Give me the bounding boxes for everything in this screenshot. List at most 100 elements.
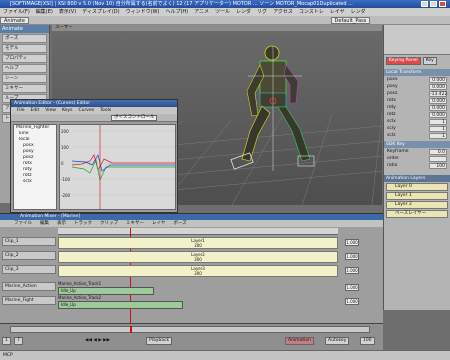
row-value-field[interactable]: 0.000 xyxy=(429,83,447,90)
timeline-slider[interactable] xyxy=(10,326,370,333)
menu-item[interactable]: ファイル(F) xyxy=(0,9,33,15)
row-value-field[interactable]: -13.422 xyxy=(429,90,447,97)
menu-item[interactable]: レイヤ xyxy=(327,9,348,15)
track-label[interactable]: Clip_2 xyxy=(2,251,56,260)
menu-item[interactable]: 表示(V) xyxy=(56,9,79,15)
animation-editor-toolbar: ボイスコントロール xyxy=(11,114,177,122)
mixer-menu-item[interactable]: ポーズ xyxy=(169,221,190,226)
left-panel-item[interactable]: ミキサー xyxy=(2,84,47,93)
left-panel-item[interactable]: ポーズ xyxy=(2,34,47,43)
action-clip[interactable]: Idle_Up xyxy=(58,287,154,295)
clip[interactable]: Layer3 300 xyxy=(58,265,338,277)
pass-selector[interactable]: Default_Pass xyxy=(330,17,371,24)
graph-menu-item[interactable]: Curves xyxy=(75,108,97,113)
menu-item[interactable]: アクセス xyxy=(270,9,296,15)
graph-menu-item[interactable]: Keys xyxy=(59,108,76,113)
menu-item[interactable]: リグ xyxy=(254,9,270,15)
row-label: rotx xyxy=(387,98,396,103)
curve-tree[interactable]: Marine_Fighter kine local posx posy posz rotx r… xyxy=(13,124,57,210)
menu-item[interactable]: コンストレ xyxy=(296,9,327,15)
menubar: ファイル(F) 編集(E) 表示(V) ディスプレイ(D) ウィンドウ(W) ヘルプ(H)… xyxy=(0,8,450,16)
menu-item[interactable]: ウィンドウ(W) xyxy=(123,9,163,15)
maximize-button[interactable] xyxy=(430,1,437,7)
graph-menu-item[interactable]: Edit xyxy=(28,108,43,113)
clip[interactable]: Layer2 300 xyxy=(58,251,338,263)
track-label[interactable]: Clip_3 xyxy=(2,265,56,274)
mixer-menu-item[interactable]: 編集 xyxy=(36,221,53,226)
menu-item[interactable]: アニメ xyxy=(191,9,212,15)
menu-item[interactable]: ツール xyxy=(212,9,233,15)
clip[interactable]: Layer1 300 xyxy=(58,237,338,249)
left-panel-header[interactable]: Animate xyxy=(0,25,49,33)
row-value-field[interactable]: 1 xyxy=(429,125,447,132)
menu-item[interactable]: ディスプレイ(D) xyxy=(79,9,122,15)
row-label: posz xyxy=(387,91,398,96)
graph-menu-item[interactable]: View xyxy=(42,108,59,113)
main-toolbar: Animate Default_Pass xyxy=(0,16,450,25)
row-value-field[interactable]: 1 xyxy=(429,118,447,125)
left-panel-item[interactable]: モデル xyxy=(2,44,47,53)
mixer-menu-item[interactable]: ファイル xyxy=(10,221,36,226)
menu-item[interactable]: ヘルプ(H) xyxy=(162,9,191,15)
left-panel-item[interactable]: プロパティ xyxy=(2,54,47,63)
track-weight-field[interactable]: 1.000 xyxy=(345,284,359,291)
graph-menu-item[interactable]: Tools xyxy=(97,108,114,113)
mixer-menu-item[interactable]: 表示 xyxy=(53,221,70,226)
layer-item[interactable]: Layer 2 xyxy=(386,201,448,209)
menu-item[interactable]: 編集(E) xyxy=(33,9,56,15)
track-label[interactable]: Clip_1 xyxy=(2,237,56,246)
row-value-field[interactable]: 0.000 xyxy=(429,97,447,104)
left-panel-item[interactable]: ヘルプ xyxy=(2,64,47,73)
keying-panel-tab[interactable]: Keying Panel xyxy=(386,57,421,65)
track-weight-field[interactable]: 1.000 xyxy=(345,239,359,246)
current-frame-field[interactable]: 7 xyxy=(14,337,23,345)
track-weight-field[interactable]: 1.000 xyxy=(345,298,359,305)
y-tick-label: 0 xyxy=(61,161,64,166)
track-weight-field[interactable]: 1.000 xyxy=(345,253,359,260)
end-frame-field[interactable]: 100 xyxy=(360,337,375,345)
track-weight-field[interactable]: 1.000 xyxy=(345,267,359,274)
row-value-field[interactable] xyxy=(429,155,447,162)
row-label: posy xyxy=(387,84,398,89)
animation-button[interactable]: Animation xyxy=(285,337,314,345)
transform-row: ratio 100 xyxy=(384,162,450,169)
minimize-button[interactable] xyxy=(421,1,428,7)
tree-item[interactable]: sclx xyxy=(14,179,56,185)
curve-plot[interactable]: 200 100 0 -100 -200 xyxy=(59,124,176,210)
row-value-field[interactable]: 0.000 xyxy=(429,76,447,83)
menu-item[interactable]: レンダ xyxy=(348,9,369,15)
mixer-menu-item[interactable]: レイヤ xyxy=(148,221,169,226)
layer-item[interactable]: ベースレイヤー xyxy=(386,210,448,218)
curve-field[interactable]: ボイスコントロール xyxy=(111,115,158,121)
play-controls[interactable]: ◀◀ ◀ ▶ ▶▶ xyxy=(85,338,110,343)
autokey-button[interactable]: Autokey xyxy=(325,337,350,345)
key-tab[interactable]: Key xyxy=(422,57,437,65)
layer-item[interactable]: Layer 0 xyxy=(386,183,448,191)
row-value-field[interactable]: 0.000 xyxy=(429,111,447,118)
layer-item[interactable]: Layer 1 xyxy=(386,192,448,200)
row-value-field[interactable]: 0.0 xyxy=(429,148,447,155)
time-ruler[interactable] xyxy=(58,228,338,235)
row-label: scly xyxy=(387,126,396,131)
track-label[interactable]: Marine_Fight xyxy=(2,296,56,305)
left-panel-item[interactable]: シーン xyxy=(2,74,47,83)
timeline-cursor[interactable] xyxy=(130,326,132,333)
playback-button[interactable]: Playback xyxy=(146,337,173,345)
row-value-field[interactable]: 0.000 xyxy=(429,104,447,111)
menu-item[interactable]: レンダ xyxy=(233,9,254,15)
close-button[interactable] xyxy=(439,1,446,7)
transform-row: posx 0.000 xyxy=(384,76,450,83)
row-value-field[interactable]: 100 xyxy=(429,162,447,169)
track-label[interactable]: Marine_Action xyxy=(2,282,56,291)
row-value-field[interactable]: 1 xyxy=(429,132,447,139)
mixer-menu-item[interactable]: クリップ xyxy=(96,221,122,226)
graph-menu-item[interactable]: File xyxy=(14,108,28,113)
animation-mixer-menu: ファイル 編集 表示 トラック クリップ ミキサー レイヤ ポーズ xyxy=(0,220,383,227)
clip-sub: 300 xyxy=(194,271,202,276)
mixer-menu-item[interactable]: トラック xyxy=(70,221,96,226)
mode-selector[interactable]: Animate xyxy=(0,17,29,24)
action-clip[interactable]: Idle_Up xyxy=(58,301,183,309)
right-panel: Keying Panel Key Local Transform posx 0.00… xyxy=(383,25,450,310)
start-frame-field[interactable]: 1 xyxy=(2,337,11,345)
mixer-menu-item[interactable]: ミキサー xyxy=(122,221,148,226)
